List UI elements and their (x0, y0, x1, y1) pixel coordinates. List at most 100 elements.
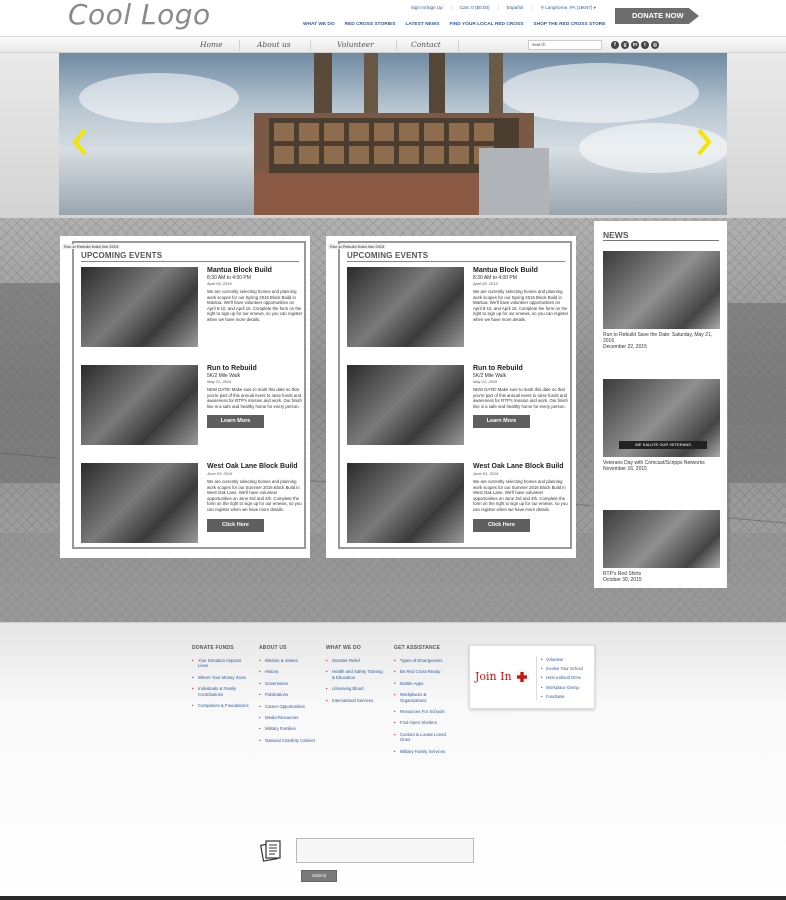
event-date: June 03, 2016 (473, 471, 499, 476)
hero-image (254, 53, 549, 215)
main-nav: Home About us Volunteer Contact search f… (0, 36, 786, 53)
footer-link[interactable]: National Celebrity Cabinet (259, 738, 319, 744)
nav-home[interactable]: Home (200, 40, 223, 49)
footer-link[interactable]: History (259, 669, 319, 675)
event-title[interactable]: Mantua Block Build (473, 267, 569, 274)
footer-link[interactable]: Career Opportunities (259, 704, 319, 710)
footer-link[interactable]: International Services (326, 698, 386, 704)
join-divider (536, 656, 537, 700)
footer-column-what-we-do: WHAT WE DO Disaster Relief Health and Sa… (326, 645, 386, 709)
linkedin-icon[interactable]: in (631, 41, 639, 49)
footer-link[interactable]: Mobile Apps (394, 681, 454, 687)
search-input[interactable]: search (528, 40, 602, 50)
twitter-icon[interactable]: t (641, 41, 649, 49)
event-photo (81, 365, 198, 445)
news-date: October 30, 2015 (603, 577, 642, 583)
footer-link[interactable]: Find Open Shelters (394, 720, 454, 726)
event-info: Mantua Block Build 8:30 AM to 4:00 PM Ap… (207, 267, 303, 323)
event-info: West Oak Lane Block Build June 03, 2016 … (207, 463, 303, 532)
footer-link[interactable]: Mission & Values (259, 658, 319, 664)
facebook-icon[interactable]: f (611, 41, 619, 49)
events-card-frame: UPCOMING EVENTS Mantua Block Build 8:30 … (72, 241, 306, 549)
footer-link[interactable]: Resources For Schools (394, 709, 454, 715)
event-title[interactable]: West Oak Lane Block Build (473, 463, 569, 470)
footer-column-get-assistance: GET ASSISTANCE Types of Emergencies Be R… (394, 645, 454, 760)
instagram-icon[interactable]: ◎ (651, 41, 659, 49)
learn-more-button[interactable]: Learn More (207, 415, 264, 429)
news-item[interactable]: RTP's Red Shirts October 30, 2015 (603, 510, 720, 583)
event-item: Run to Rebuild 5K/2 Mile Walk May 21, 20… (81, 365, 303, 447)
news-item[interactable]: WE SALUTE OUR VETERANS Veterans Day with… (603, 379, 720, 472)
event-title[interactable]: Run to Rebuild (473, 365, 569, 372)
news-item[interactable]: Run to Rebuild Save the Date: Saturday, … (603, 251, 720, 350)
newsletter-input[interactable] (296, 838, 474, 863)
event-item: Run to Rebuild 5K/2 Mile Walk May 21, 20… (347, 365, 569, 447)
nav-about-us[interactable]: About us (257, 40, 291, 49)
click-here-button[interactable]: Click Here (207, 518, 264, 532)
event-info: Run to Rebuild 5K/2 Mile Walk May 21, 20… (207, 365, 303, 429)
footer-link[interactable]: Disaster Relief (326, 658, 386, 664)
click-here-button[interactable]: Click Here (473, 518, 530, 532)
footer-link[interactable]: Health and Safety Training & Education (326, 669, 386, 680)
nav-contact[interactable]: Contact (411, 40, 441, 49)
nav-volunteer[interactable]: Volunteer (337, 40, 374, 49)
events-card-frame: UPCOMING EVENTS Mantua Block Build 8:30 … (338, 241, 572, 549)
location-selector[interactable]: ⚲ Langhorne, PA (19047) ▾ (541, 5, 596, 11)
events-heading: UPCOMING EVENTS (347, 251, 429, 260)
footer-link[interactable]: Governance (259, 681, 319, 687)
footer-link[interactable]: Types of Emergencies (394, 658, 454, 664)
topnav-latest-news[interactable]: LATEST NEWS (405, 22, 439, 27)
footer-column-donate: DONATE FUNDS Your Donation Impacts Lives… (192, 645, 252, 714)
language-link[interactable]: Español (507, 5, 524, 11)
footer-link[interactable]: Publications (259, 692, 319, 698)
event-title[interactable]: West Oak Lane Block Build (207, 463, 303, 470)
bottom-bar (0, 896, 786, 900)
topnav-red-cross-stories[interactable]: RED CROSS STORIES (345, 22, 396, 27)
news-date: November 16, 2015 (603, 466, 647, 472)
footer-link[interactable]: Companies & Foundations (192, 703, 252, 709)
footer-link[interactable]: Lifesaving Blood (326, 686, 386, 692)
learn-more-button[interactable]: Learn More (473, 415, 530, 429)
join-in-label: Join In (475, 670, 512, 683)
news-panel: NEWS Run to Rebuild Save the Date: Satur… (594, 221, 727, 588)
event-description: We are currently selecting homes and pla… (207, 479, 302, 512)
social-links: f g in t ◎ (611, 41, 659, 49)
footer-link[interactable]: Be Red Cross Ready (394, 669, 454, 675)
footer-link[interactable]: Individuals & Family Contributions (192, 686, 252, 697)
carousel-prev-icon[interactable] (72, 128, 88, 156)
google-plus-icon[interactable]: g (621, 41, 629, 49)
news-photo (603, 251, 720, 329)
carousel-next-icon[interactable] (696, 128, 712, 156)
topnav-what-we-do[interactable]: WHAT WE DO (303, 22, 335, 27)
footer-link[interactable]: Where Your Money Goes (192, 675, 252, 681)
sign-in-link[interactable]: Sign In/Sign Up (411, 5, 443, 11)
join-link[interactable]: Workplace Giving (541, 685, 583, 691)
footer-link[interactable]: Workplaces & Organizations (394, 692, 454, 703)
submit-button[interactable]: Submit (301, 870, 337, 882)
event-date: April 09, 2016 (207, 281, 232, 286)
join-link[interactable]: Volunteer (541, 657, 583, 663)
footer-link[interactable]: Your Donation Impacts Lives (192, 658, 252, 669)
event-title[interactable]: Run to Rebuild (207, 365, 303, 372)
news-heading-rule (603, 240, 719, 241)
cart-link[interactable]: Cart: 0 ($0.00) (460, 5, 490, 11)
footer-link[interactable]: Media Resources (259, 715, 319, 721)
join-link[interactable]: Host a Blood Drive (541, 676, 583, 681)
topnav-find-local[interactable]: FIND YOUR LOCAL RED CROSS (449, 22, 523, 27)
event-title[interactable]: Mantua Block Build (207, 267, 303, 274)
nav-divider (396, 40, 397, 51)
footer-link[interactable]: Military Family Services (394, 749, 454, 755)
footer-link[interactable]: Contact & Locate Loved Ones (394, 732, 454, 743)
nav-divider (458, 40, 459, 51)
topnav-shop[interactable]: SHOP THE RED CROSS STORE (533, 22, 605, 27)
donate-button[interactable]: DONATE NOW (615, 8, 699, 24)
news-title[interactable]: Run to Rebuild Save the Date: Saturday, … (603, 332, 720, 344)
site-logo[interactable]: Cool Logo (68, 0, 211, 31)
event-date: April 09, 2016 (473, 281, 498, 286)
join-link[interactable]: Involve Your School (541, 666, 583, 672)
event-item: West Oak Lane Block Build June 03, 2016 … (81, 463, 303, 545)
join-link[interactable]: Fundraise (541, 694, 583, 700)
footer-link[interactable]: Military Families (259, 726, 319, 732)
event-info: West Oak Lane Block Build June 03, 2016 … (473, 463, 569, 532)
news-photo: WE SALUTE OUR VETERANS (603, 379, 720, 457)
